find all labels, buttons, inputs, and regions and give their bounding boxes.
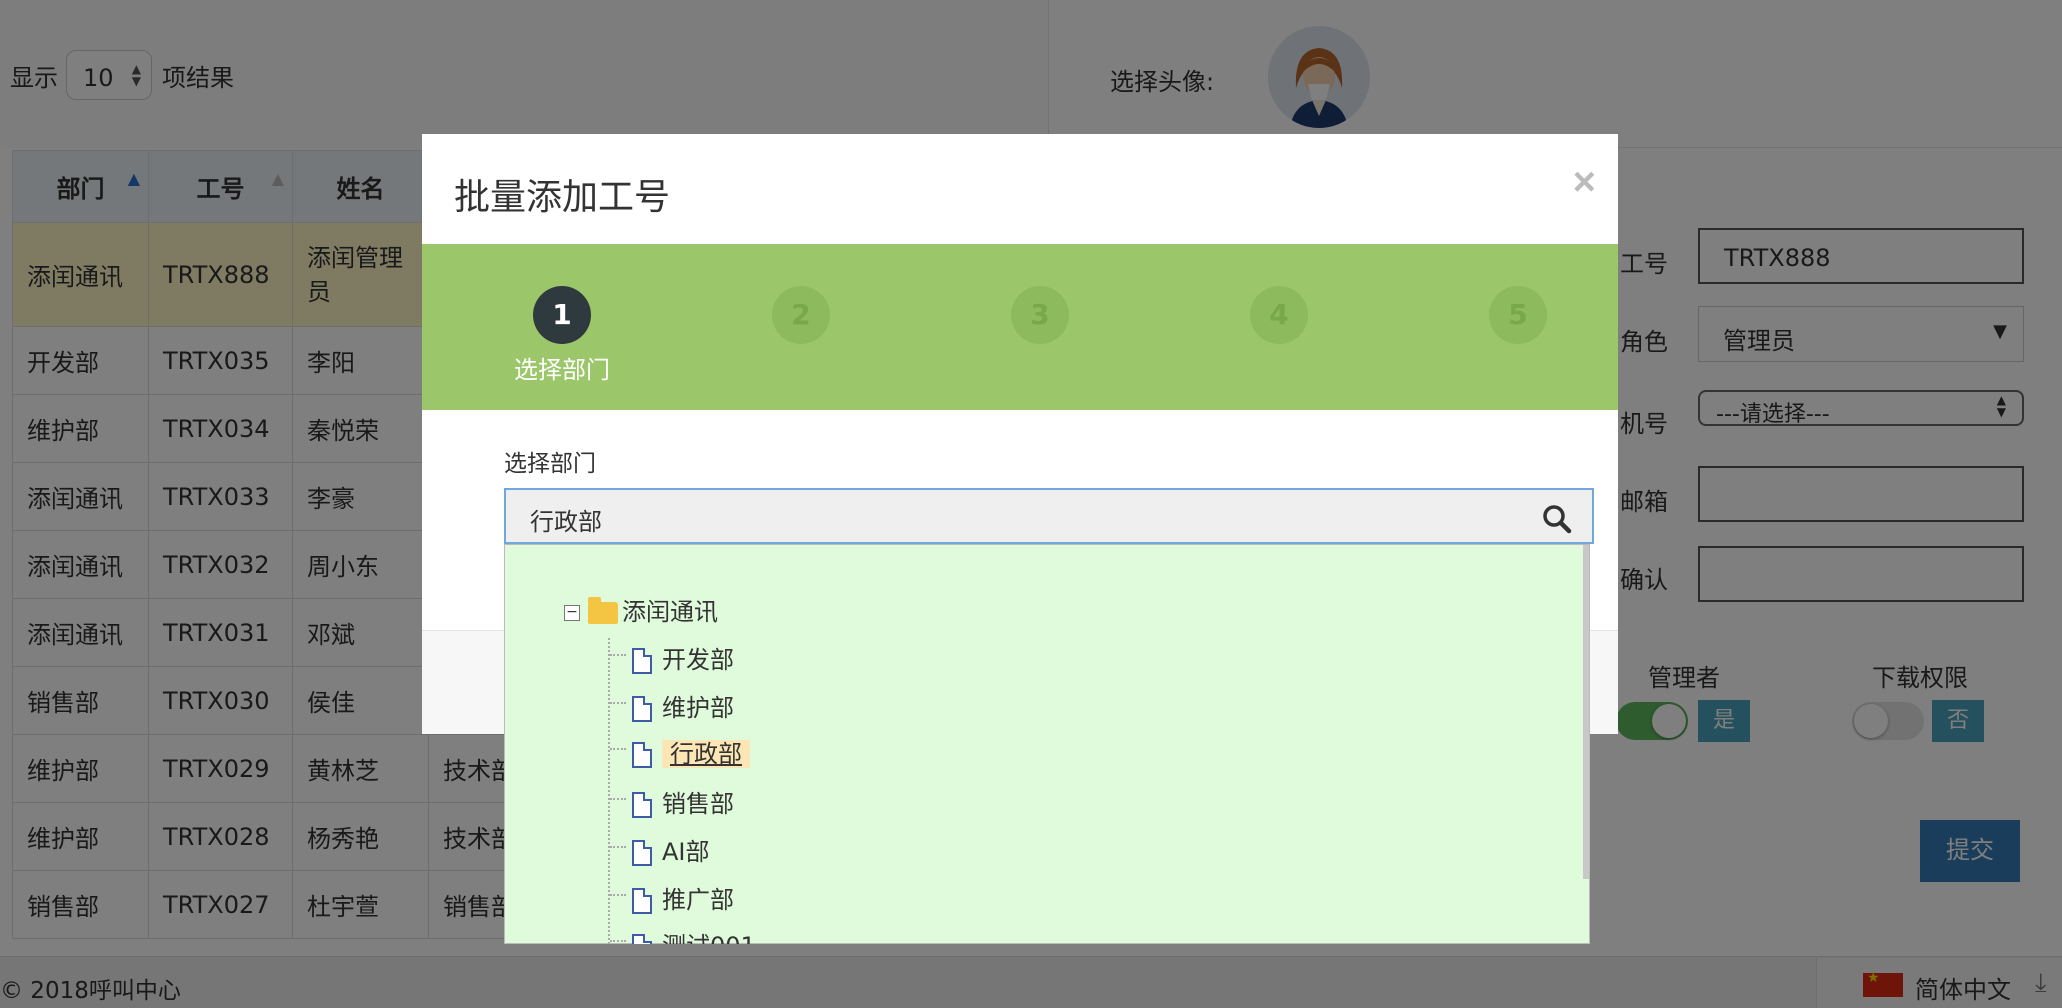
tree-connector: [610, 846, 626, 848]
select-dept-label: 选择部门: [504, 451, 596, 477]
tree-node[interactable]: 推广部: [632, 880, 734, 915]
tree-node[interactable]: 测试001: [632, 926, 756, 944]
wizard-step-1[interactable]: 1 选择部门: [482, 286, 642, 385]
document-icon: [632, 934, 652, 944]
document-icon: [632, 648, 652, 674]
tree-connector: [610, 798, 626, 800]
tree-connector: [610, 654, 626, 656]
tree-node-selected[interactable]: 行政部: [626, 734, 750, 769]
tree-node[interactable]: 销售部: [632, 784, 734, 819]
document-icon: [632, 792, 652, 818]
close-button[interactable]: ×: [1573, 160, 1596, 205]
wizard-step-5[interactable]: 5: [1438, 286, 1598, 350]
document-icon: [632, 696, 652, 722]
tree-connector: [610, 702, 626, 704]
collapse-icon[interactable]: −: [564, 605, 580, 621]
dept-select-value: 行政部: [530, 508, 602, 536]
tree-clip: 测试001: [504, 920, 1584, 944]
document-icon: [632, 742, 652, 768]
tree-connector: [610, 894, 626, 896]
document-icon: [632, 840, 652, 866]
search-icon[interactable]: [1542, 504, 1572, 534]
tree-node-root[interactable]: − 添闰通讯: [564, 592, 718, 627]
tree-node[interactable]: AI部: [632, 832, 710, 867]
folder-icon: [588, 597, 618, 624]
dept-select-input[interactable]: 行政部: [504, 488, 1594, 544]
tree-scrollbar[interactable]: [1583, 545, 1589, 879]
tree-node[interactable]: 维护部: [632, 688, 734, 723]
tree-guide-line: [608, 638, 610, 944]
modal-title: 批量添加工号: [454, 177, 671, 218]
wizard-steps: 1 选择部门 2 3 4 5: [422, 244, 1618, 410]
wizard-step-2[interactable]: 2: [721, 286, 881, 350]
wizard-step-3[interactable]: 3: [960, 286, 1120, 350]
document-icon: [632, 888, 652, 914]
wizard-step-4[interactable]: 4: [1199, 286, 1359, 350]
tree-connector: [610, 748, 626, 750]
tree-node[interactable]: 开发部: [632, 640, 734, 675]
